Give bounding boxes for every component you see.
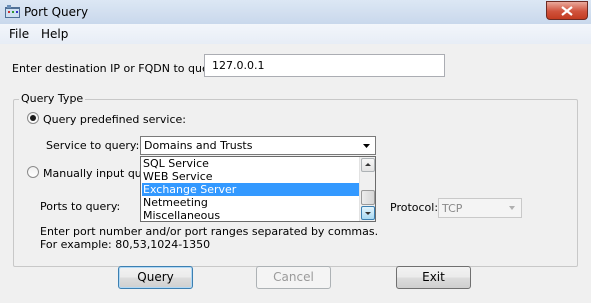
scroll-up-icon: [365, 163, 371, 166]
scroll-down-button[interactable]: [361, 206, 375, 220]
dropdown-arrow-icon: [359, 138, 374, 153]
query-button[interactable]: Query: [118, 266, 193, 289]
ports-hint-line1: Enter port number and/or port ranges sep…: [40, 225, 379, 238]
service-dropdown[interactable]: Domains and Trusts: [140, 136, 376, 155]
dialog-body: Enter destination IP or FQDN to query: 1…: [0, 44, 591, 303]
ports-hint-line2: For example: 80,53,1024-1350: [40, 238, 211, 251]
radio-selected-dot: [30, 115, 36, 121]
close-button[interactable]: [546, 1, 588, 20]
scroll-up-button[interactable]: [361, 158, 375, 172]
predefined-radio-label[interactable]: Query predefined service:: [43, 113, 186, 126]
service-label: Service to query:: [46, 139, 140, 152]
list-item[interactable]: SQL Service: [142, 157, 361, 170]
service-selected-value: Domains and Trusts: [144, 139, 253, 152]
close-icon: [561, 6, 573, 16]
protocol-label: Protocol:: [390, 201, 439, 214]
predefined-radio[interactable]: [27, 112, 39, 124]
manual-radio-label[interactable]: Manually input query: [43, 167, 140, 180]
destination-input[interactable]: 127.0.0.1: [204, 54, 445, 77]
menu-file[interactable]: File: [9, 27, 29, 41]
list-item[interactable]: WEB Service: [142, 170, 361, 183]
destination-value: 127.0.0.1: [212, 59, 265, 72]
protocol-dropdown: TCP: [438, 198, 522, 218]
destination-label: Enter destination IP or FQDN to query:: [12, 62, 223, 75]
app-icon: [5, 5, 20, 18]
radio-manual[interactable]: [27, 166, 39, 178]
ports-label: Ports to query:: [40, 200, 121, 213]
exit-button[interactable]: Exit: [396, 266, 471, 289]
title-bar: Port Query: [0, 0, 591, 24]
scroll-down-icon: [365, 212, 371, 215]
protocol-value: TCP: [442, 202, 463, 215]
list-item[interactable]: Miscellaneous: [142, 209, 361, 221]
listbox-scrollbar[interactable]: [359, 157, 375, 221]
service-listbox[interactable]: SQL Service WEB Service Exchange Server …: [140, 156, 376, 222]
protocol-arrow-icon: [505, 201, 519, 218]
list-item[interactable]: Exchange Server: [142, 183, 361, 196]
window-title: Port Query: [24, 5, 89, 19]
query-type-legend: Query Type: [19, 92, 86, 105]
list-item[interactable]: Netmeeting: [142, 196, 361, 209]
menu-bar: File Help: [0, 24, 591, 44]
menu-help[interactable]: Help: [41, 27, 68, 41]
cancel-button[interactable]: Cancel: [256, 266, 331, 289]
scroll-thumb[interactable]: [361, 190, 375, 205]
